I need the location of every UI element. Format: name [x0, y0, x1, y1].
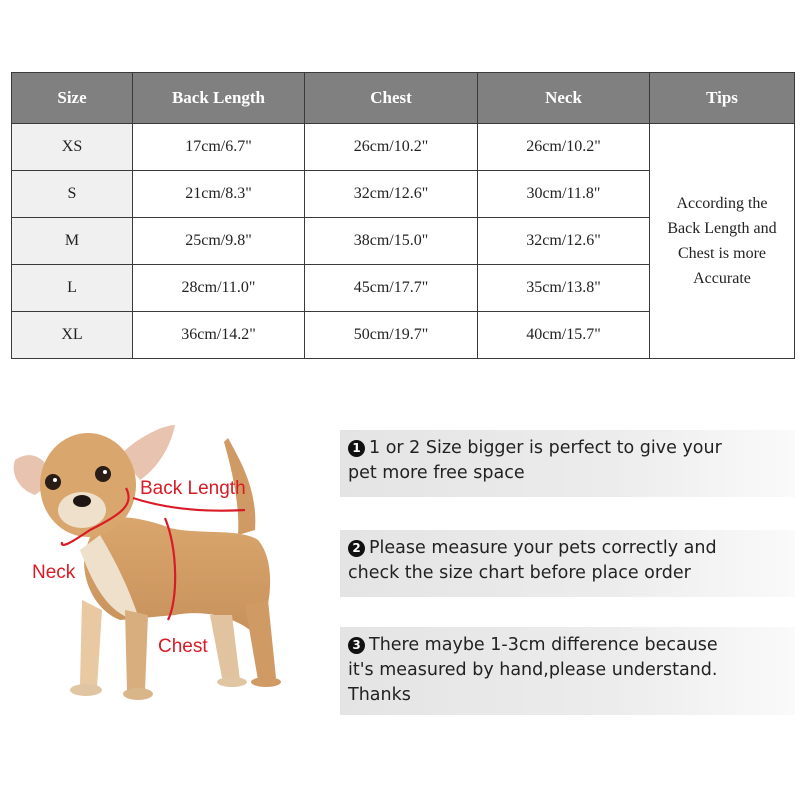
- chest-cell: 50cm/19.7": [304, 311, 478, 359]
- back-length-cell: 28cm/11.0": [132, 264, 305, 312]
- back-length-cell: 17cm/6.7": [132, 123, 305, 171]
- dog-eye: [45, 474, 61, 490]
- chest-label: Chest: [158, 636, 208, 657]
- note-line: 2 Please measure your pets correctly and: [348, 536, 795, 561]
- header-back-length: Back Length: [132, 72, 305, 124]
- table-header-row: Size Back Length Chest Neck Tips: [11, 72, 795, 124]
- size-cell: XL: [11, 311, 133, 359]
- dog-front-leg: [125, 610, 148, 692]
- size-chart-table: Size Back Length Chest Neck Tips XS 17cm…: [11, 72, 795, 359]
- dog-measurement-diagram: Back Length Neck Chest: [0, 410, 325, 710]
- dog-hind-leg: [245, 600, 276, 680]
- size-cell: S: [11, 170, 133, 218]
- chest-cell: 45cm/17.7": [304, 264, 478, 312]
- note-line: Thanks: [348, 685, 411, 705]
- header-chest: Chest: [304, 72, 478, 124]
- dog-hind-leg: [210, 615, 240, 680]
- back-length-cell: 25cm/9.8": [132, 217, 305, 265]
- neck-cell: 40cm/15.7": [477, 311, 650, 359]
- chest-cell: 38cm/15.0": [304, 217, 478, 265]
- note-line: pet more free space: [348, 463, 525, 483]
- back-length-label: Back Length: [140, 478, 246, 499]
- tips-cell: According the Back Length and Chest is m…: [649, 123, 795, 359]
- neck-label: Neck: [32, 562, 76, 583]
- size-cell: M: [11, 217, 133, 265]
- header-tips: Tips: [649, 72, 795, 124]
- tips-line: Back Length and: [667, 220, 777, 237]
- note-box-3: 3 There maybe 1-3cm difference because it…: [340, 627, 795, 715]
- number-2-icon: 2: [348, 540, 365, 557]
- tips-line: Accurate: [693, 270, 751, 287]
- note-box-2: 2 Please measure your pets correctly and …: [340, 530, 795, 597]
- back-length-cell: 21cm/8.3": [132, 170, 305, 218]
- back-length-cell: 36cm/14.2": [132, 311, 305, 359]
- header-neck: Neck: [477, 72, 650, 124]
- neck-cell: 26cm/10.2": [477, 123, 650, 171]
- chest-cell: 32cm/12.6": [304, 170, 478, 218]
- table-row: XS 17cm/6.7" 26cm/10.2" 26cm/10.2" Accor…: [11, 123, 795, 359]
- note-line: 3 There maybe 1-3cm difference because: [348, 633, 795, 658]
- header-size: Size: [11, 72, 133, 124]
- tips-line: According the: [676, 195, 768, 212]
- number-3-icon: 3: [348, 637, 365, 654]
- dog-nose: [73, 495, 91, 507]
- dog-illustration: [13, 425, 281, 700]
- tips-line: Chest is more: [678, 245, 766, 262]
- chest-cell: 26cm/10.2": [304, 123, 478, 171]
- size-cell: L: [11, 264, 133, 312]
- note-line: 11 or 2 Size bigger is perfect to give y…: [348, 436, 795, 461]
- neck-cell: 32cm/12.6": [477, 217, 650, 265]
- neck-cell: 35cm/13.8": [477, 264, 650, 312]
- number-1-icon: 1: [348, 440, 365, 457]
- note-line: it's measured by hand,please understand.: [348, 660, 718, 680]
- size-cell: XS: [11, 123, 133, 171]
- dog-front-leg: [80, 600, 102, 688]
- dog-eye: [95, 466, 111, 482]
- note-line: check the size chart before place order: [348, 563, 691, 583]
- neck-cell: 30cm/11.8": [477, 170, 650, 218]
- note-box-1: 11 or 2 Size bigger is perfect to give y…: [340, 430, 795, 497]
